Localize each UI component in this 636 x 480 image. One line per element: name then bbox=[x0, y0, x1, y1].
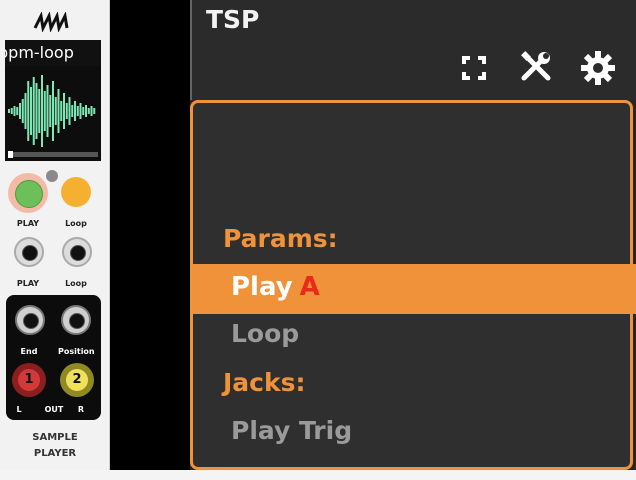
selected-item-label: Play A bbox=[231, 272, 320, 302]
selected-item-text: Play bbox=[231, 272, 293, 302]
status-led bbox=[46, 170, 58, 182]
bottom-strip bbox=[0, 470, 636, 480]
panel-title: TSP bbox=[206, 5, 260, 34]
gear-icon[interactable] bbox=[578, 48, 618, 88]
fullscreen-icon[interactable] bbox=[454, 48, 494, 88]
sample-name-display[interactable]: bpm-loop bbox=[5, 40, 101, 66]
output-jack-1[interactable]: 1 bbox=[12, 363, 46, 397]
menu-item-play[interactable]: Play A bbox=[193, 264, 636, 314]
output-2-label: 2 bbox=[66, 369, 88, 391]
menu-list: Params: Play A Loop Jacks: Play Trig bbox=[190, 100, 636, 470]
end-jack-label: End bbox=[20, 347, 38, 356]
panel-header: TSP bbox=[190, 0, 636, 100]
module-title-line2: PLAYER bbox=[33, 448, 77, 459]
end-jack[interactable] bbox=[15, 305, 45, 335]
waveform-display bbox=[5, 66, 101, 161]
section-jacks: Jacks: bbox=[223, 368, 306, 397]
play-jack-label: PLAY bbox=[16, 279, 40, 288]
sample-player-module: bpm-loop PLAY Loop PLAY Loop End Positio… bbox=[0, 0, 110, 480]
out-right-label: R bbox=[77, 405, 85, 414]
position-jack-label: Position bbox=[58, 347, 95, 356]
position-jack[interactable] bbox=[61, 305, 91, 335]
play-knob-label: PLAY bbox=[16, 219, 40, 228]
section-params: Params: bbox=[223, 224, 338, 253]
output-panel: End Position 1 2 L OUT R bbox=[6, 295, 101, 420]
tools-icon[interactable] bbox=[516, 48, 556, 88]
play-jack[interactable] bbox=[14, 237, 44, 267]
menu-panel: TSP Params: Play A Loop Jacks: Play Trig bbox=[190, 0, 636, 480]
play-knob[interactable] bbox=[8, 173, 48, 213]
out-label: OUT bbox=[44, 405, 64, 414]
selected-item-tag: A bbox=[299, 272, 320, 302]
out-left-label: L bbox=[16, 405, 22, 414]
loop-knob-label: Loop bbox=[65, 219, 87, 228]
menu-item-play-trig[interactable]: Play Trig bbox=[231, 416, 352, 445]
loop-jack[interactable] bbox=[62, 237, 92, 267]
loop-knob[interactable] bbox=[61, 177, 91, 207]
brand-logo-icon bbox=[33, 12, 69, 32]
module-title-line1: SAMPLE bbox=[32, 432, 78, 443]
output-jack-2[interactable]: 2 bbox=[60, 363, 94, 397]
menu-item-loop[interactable]: Loop bbox=[231, 319, 299, 348]
output-1-label: 1 bbox=[18, 369, 40, 391]
loop-jack-label: Loop bbox=[65, 279, 87, 288]
